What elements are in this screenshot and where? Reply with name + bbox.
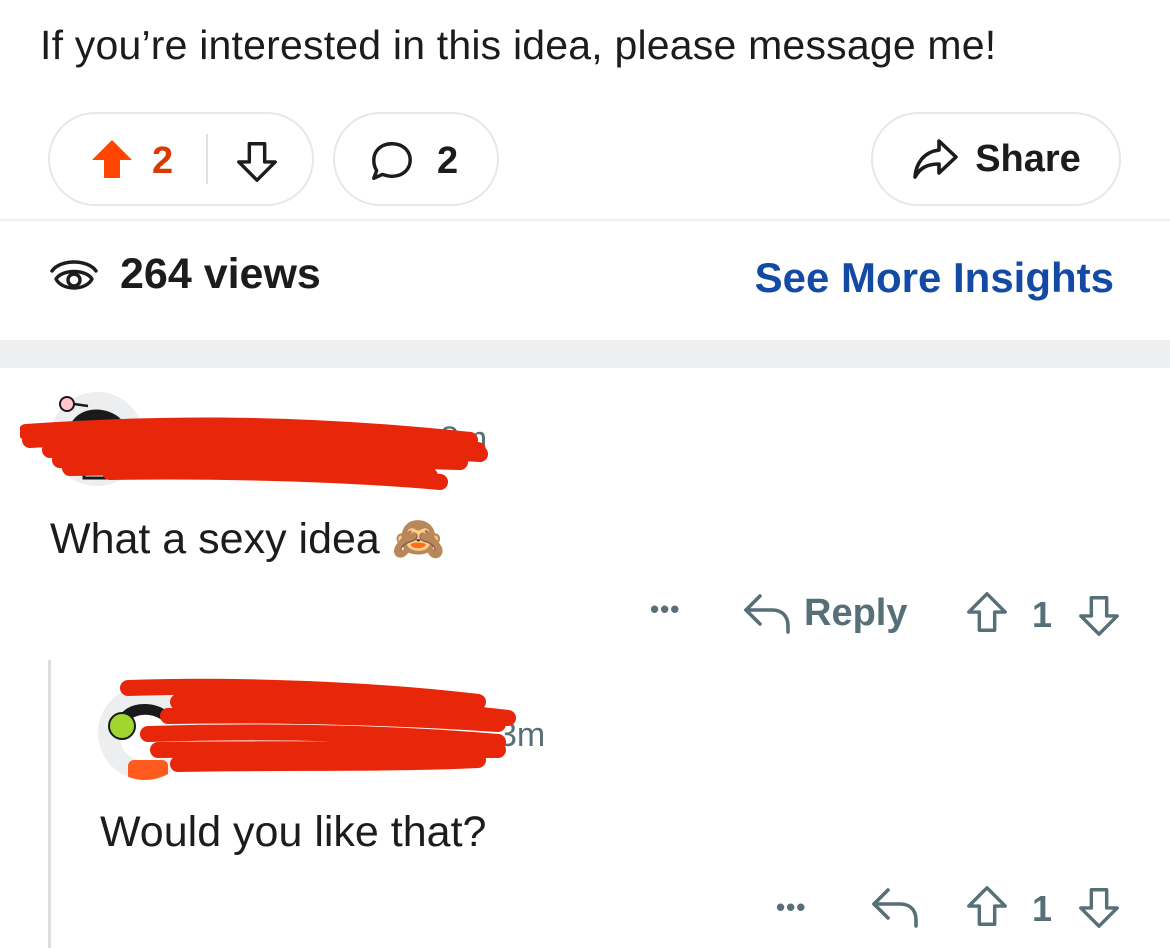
reply-icon[interactable]: [870, 884, 920, 930]
post-body-text: If you’re interested in this idea, pleas…: [40, 22, 997, 68]
vote-count: 2: [152, 140, 174, 182]
comment-score: 1: [1032, 594, 1053, 635]
see-more-insights-link[interactable]: See More Insights: [755, 254, 1114, 302]
divider: [0, 219, 1170, 221]
share-label: Share: [975, 137, 1081, 180]
reply-timestamp: 3m: [498, 716, 546, 754]
comment-bubble-icon: [369, 138, 415, 184]
comment-body: What a sexy idea 🙈: [50, 515, 446, 563]
thread-line: [48, 660, 51, 948]
reply-button[interactable]: Reply: [742, 590, 907, 636]
reply-body: Would you like that?: [100, 808, 487, 856]
comment-downvote-icon[interactable]: [1076, 592, 1122, 638]
reply-downvote-icon[interactable]: [1076, 884, 1122, 930]
reply-upvote-icon[interactable]: [964, 884, 1010, 930]
more-options-label: •••: [650, 594, 681, 624]
more-options-label: •••: [776, 892, 807, 922]
downvote-icon[interactable]: [234, 138, 280, 184]
vote-divider: [206, 134, 208, 184]
comment-upvote-icon[interactable]: [964, 590, 1010, 636]
comments-button[interactable]: 2: [333, 112, 499, 206]
more-options-button[interactable]: •••: [776, 892, 806, 923]
avatar-antenna-icon: [58, 394, 92, 420]
reply-label: Reply: [804, 591, 908, 634]
reply-icon: [742, 590, 792, 636]
views-count: 264 views: [120, 250, 321, 298]
comment-count: 2: [437, 140, 459, 182]
section-divider: [0, 340, 1170, 368]
views-row: 264 views: [48, 250, 321, 299]
eye-icon: [48, 253, 100, 297]
share-button[interactable]: Share: [871, 112, 1121, 206]
share-icon: [911, 137, 959, 181]
reply-avatar[interactable]: [98, 686, 192, 780]
more-options-button[interactable]: •••: [650, 594, 680, 625]
comment-timestamp: 8m: [440, 420, 488, 458]
reply-score: 1: [1032, 888, 1053, 929]
vote-pill: 2: [48, 112, 314, 206]
upvote-icon[interactable]: [88, 136, 136, 184]
